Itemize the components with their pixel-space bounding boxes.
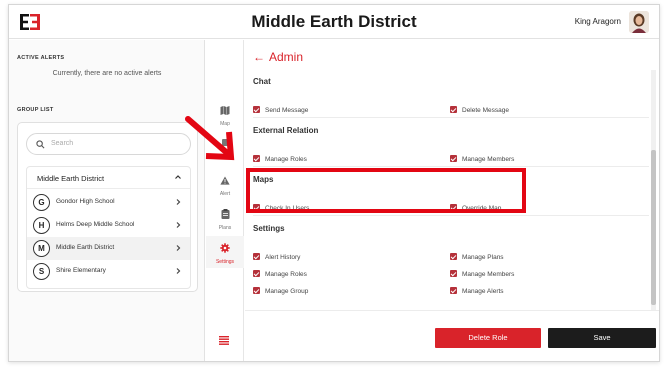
permission-section-settings: Settings Alert History Manage Plans Mana…	[253, 217, 649, 310]
delete-role-button[interactable]: Delete Role	[435, 328, 541, 348]
checkbox-checked-icon[interactable]	[450, 253, 457, 260]
permission-checkbox[interactable]: Manage Plans	[450, 253, 504, 261]
checkbox-checked-icon[interactable]	[450, 106, 457, 113]
permission-label: Manage Plans	[462, 254, 504, 261]
section-title: Settings	[253, 224, 285, 233]
top-header: Middle Earth District King Aragorn	[9, 5, 659, 39]
district-group: Middle Earth District G Gondor High Scho…	[26, 166, 191, 289]
permission-checkbox[interactable]: Manage Roles	[253, 155, 307, 163]
school-initial-badge: M	[33, 240, 50, 257]
search-placeholder: Search	[51, 140, 74, 147]
checkbox-checked-icon[interactable]	[253, 155, 260, 162]
chevron-right-icon	[176, 245, 181, 251]
save-button[interactable]: Save	[548, 328, 656, 348]
group-list-heading: GROUP LIST	[17, 107, 54, 113]
checkbox-checked-icon[interactable]	[253, 287, 260, 294]
school-initial-badge: S	[33, 263, 50, 280]
section-title: External Relation	[253, 126, 319, 135]
nav-label-plans: Plans	[218, 225, 232, 231]
school-initial-badge: H	[33, 217, 50, 234]
scrollbar-thumb[interactable]	[651, 150, 656, 305]
checkbox-checked-icon[interactable]	[450, 287, 457, 294]
school-name: Helms Deep Middle School	[56, 221, 135, 228]
school-item-helms-deep[interactable]: H Helms Deep Middle School	[27, 214, 190, 237]
chevron-right-icon	[176, 199, 181, 205]
permission-checkbox[interactable]: Manage Alerts	[450, 287, 504, 295]
action-bar: Delete Role Save	[245, 310, 659, 361]
chevron-right-icon	[176, 222, 181, 228]
clipboard-icon	[221, 209, 229, 219]
district-name: Middle Earth District	[37, 174, 105, 183]
nav-rail: Map Alert Plans Settings	[206, 40, 244, 361]
group-list-card: Search Middle Earth District G Gondor Hi…	[17, 122, 198, 292]
nav-label-settings: Settings	[215, 259, 235, 265]
permission-label: Send Message	[265, 107, 309, 114]
arrow-left-icon: ←	[253, 50, 265, 64]
permission-label: Alert History	[265, 254, 301, 261]
school-item-shire[interactable]: S Shire Elementary	[27, 260, 190, 283]
school-name: Gondor High School	[56, 198, 115, 205]
nav-item-alert[interactable]: Alert	[206, 172, 244, 197]
page-title: Middle Earth District	[251, 12, 417, 31]
school-name: Shire Elementary	[56, 267, 106, 274]
back-to-admin-link[interactable]: ← Admin	[253, 50, 303, 64]
chevron-up-icon[interactable]	[174, 173, 182, 181]
warning-icon	[220, 176, 230, 185]
menu-icon[interactable]	[219, 336, 229, 345]
permission-label: Manage Members	[462, 156, 515, 163]
school-initial-badge: G	[33, 194, 50, 211]
checkbox-checked-icon[interactable]	[253, 253, 260, 260]
permission-label: Manage Members	[462, 271, 515, 278]
chevron-right-icon	[176, 268, 181, 274]
search-icon	[36, 140, 45, 149]
gear-icon	[220, 243, 230, 253]
nav-item-plans[interactable]: Plans	[206, 206, 244, 231]
annotation-highlight-box	[246, 168, 526, 213]
search-input[interactable]: Search	[26, 133, 191, 155]
permission-checkbox[interactable]: Manage Members	[450, 155, 514, 163]
checkbox-checked-icon[interactable]	[450, 155, 457, 162]
permission-checkbox[interactable]: Manage Roles	[253, 270, 307, 278]
alerts-empty-message: Currently, there are no active alerts	[52, 70, 162, 77]
nav-item-settings[interactable]: Settings	[206, 236, 244, 268]
permission-section-chat: Chat Send Message Delete Message	[253, 70, 649, 118]
section-title: Chat	[253, 77, 271, 86]
annotation-arrow-icon	[185, 116, 235, 161]
school-item-middle-earth[interactable]: M Middle Earth District	[27, 237, 190, 260]
admin-title: Admin	[269, 50, 304, 64]
permission-checkbox[interactable]: Manage Members	[450, 270, 514, 278]
school-name: Middle Earth District	[56, 244, 115, 251]
permission-label: Manage Roles	[265, 156, 307, 163]
user-name[interactable]: King Aragorn	[575, 17, 621, 26]
left-panel: ACTIVE ALERTS Currently, there are no ac…	[9, 40, 205, 361]
checkbox-checked-icon[interactable]	[253, 106, 260, 113]
checkbox-checked-icon[interactable]	[253, 270, 260, 277]
permission-checkbox[interactable]: Manage Group	[253, 287, 308, 295]
permission-label: Manage Group	[265, 288, 309, 295]
permission-label: Delete Message	[462, 107, 509, 114]
checkbox-checked-icon[interactable]	[450, 270, 457, 277]
nav-label-alert: Alert	[219, 191, 231, 197]
permission-section-external-relation: External Relation Manage Roles Manage Me…	[253, 119, 649, 167]
district-header[interactable]: Middle Earth District	[27, 167, 190, 189]
avatar[interactable]	[629, 11, 649, 33]
permission-checkbox[interactable]: Alert History	[253, 253, 300, 261]
school-item-gondor[interactable]: G Gondor High School	[27, 191, 190, 214]
permission-label: Manage Alerts	[462, 288, 504, 295]
permission-label: Manage Roles	[265, 271, 307, 278]
permission-checkbox[interactable]: Delete Message	[450, 106, 509, 114]
permission-checkbox[interactable]: Send Message	[253, 106, 308, 114]
active-alerts-heading: ACTIVE ALERTS	[17, 55, 65, 61]
